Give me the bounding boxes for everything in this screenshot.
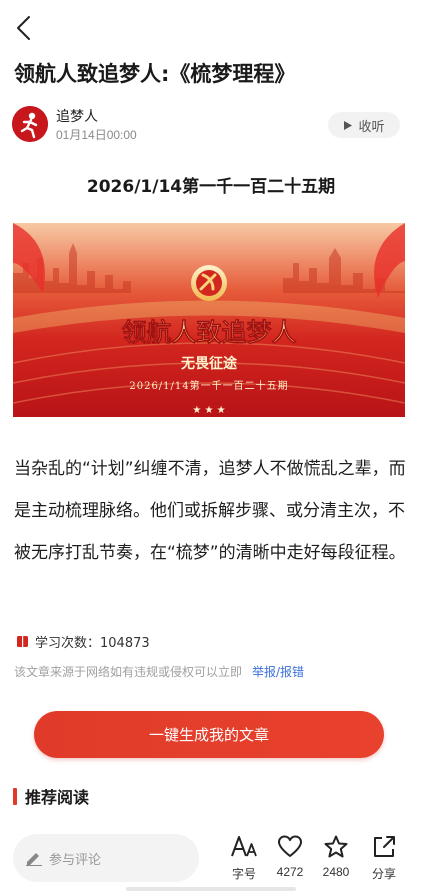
banner-image: 领航人致追梦人 无畏征途 2026/1/14第一千一百二十五期 ★ ★ ★ [13,223,405,417]
banner-title: 领航人致追梦人 [121,318,296,347]
share-icon [374,836,395,857]
like-count: 4272 [276,865,304,879]
avatar[interactable] [12,106,48,142]
comment-input[interactable]: 参与评论 [13,834,199,882]
home-indicator[interactable] [126,887,296,891]
share-label: 分享 [371,867,396,881]
study-count-row: 学习次数：104873 [16,632,150,651]
publish-date: 01月14日00:00 [56,128,137,142]
heart-icon [278,835,302,857]
disclaimer-text: 该文章来源于网络如有违规或侵权可以立即 [14,665,243,679]
comment-placeholder: 参与评论 [49,852,102,868]
banner-date: 2026/1/14第一千一百二十五期 [129,379,288,392]
generate-article-button[interactable]: 一键生成我的文章 [34,711,384,758]
report-link[interactable]: 举报/报错 [252,665,304,679]
recommend-title: 推荐阅读 [25,788,90,807]
book-icon [17,636,28,647]
like-button[interactable]: 4272 [268,834,312,886]
section-marker [13,787,17,805]
banner-stars: ★ ★ ★ [192,405,225,416]
banner-subtitle: 无畏征途 [180,355,238,372]
period-heading: 2026/1/14第一千一百二十五期 [86,177,336,197]
share-button[interactable]: 分享 [362,834,406,886]
chevron-left-icon [17,16,30,40]
favorite-count: 2480 [322,865,350,879]
back-button[interactable] [12,14,38,42]
runner-avatar-icon [12,106,48,142]
article-body: 当杂乱的“计划”纠缠不清，追梦人不做慌乱之辈，而是主动梳理脉络。他们或拆解步骤、… [14,459,406,563]
disclaimer: 该文章来源于网络如有违规或侵权可以立即 举报/报错 [14,663,304,680]
star-icon [324,835,348,858]
font-size-button[interactable]: 字号 [222,834,266,886]
listen-button[interactable]: 收听 [328,112,400,138]
font-size-icon [231,836,257,857]
article-title: 领航人致追梦人:《梳梦理程》 [14,62,296,86]
author-row: 追梦人 01月14日00:00 收听 [12,104,410,146]
study-count: 学习次数：104873 [35,636,150,651]
article-banner: 领航人致追梦人 无畏征途 2026/1/14第一千一百二十五期 ★ ★ ★ [13,223,405,417]
author-name[interactable]: 追梦人 [56,106,98,126]
recommend-section-title: 推荐阅读 [13,784,89,808]
font-size-label: 字号 [231,867,256,881]
play-icon [344,120,353,130]
favorite-button[interactable]: 2480 [314,834,358,886]
pencil-icon [26,853,42,866]
listen-label: 收听 [358,119,385,135]
